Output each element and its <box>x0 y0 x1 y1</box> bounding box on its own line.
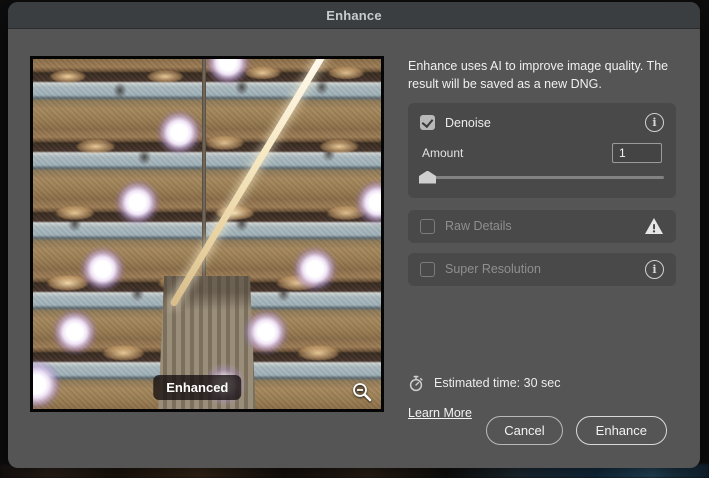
amount-input[interactable] <box>612 143 662 163</box>
info-icon[interactable]: i <box>645 260 664 279</box>
zoom-out-icon[interactable] <box>351 381 373 403</box>
stopwatch-icon <box>408 375 424 392</box>
enhance-button[interactable]: Enhance <box>576 416 667 445</box>
dialog-title: Enhance <box>326 8 382 23</box>
enhanced-badge: Enhanced <box>153 375 241 400</box>
super-resolution-label: Super Resolution <box>445 262 635 276</box>
denoise-checkbox[interactable] <box>420 115 435 130</box>
amount-slider[interactable] <box>420 170 664 184</box>
slider-thumb[interactable] <box>419 171 436 184</box>
estimated-time-text: Estimated time: 30 sec <box>434 376 560 390</box>
dialog-titlebar: Enhance <box>8 2 700 29</box>
slider-track[interactable] <box>420 176 664 179</box>
raw-details-checkbox[interactable] <box>420 219 435 234</box>
preview-photo-bulbs <box>33 59 381 409</box>
super-resolution-section: Super Resolution i <box>408 253 676 286</box>
dialog-buttons: Cancel Enhance <box>486 416 667 445</box>
dialog-description: Enhance uses AI to improve image quality… <box>408 58 676 94</box>
denoise-label: Denoise <box>445 116 635 130</box>
raw-details-section: Raw Details <box>408 210 676 243</box>
warning-icon[interactable] <box>644 217 664 235</box>
preview-image[interactable]: Enhanced <box>30 56 384 412</box>
learn-more-link[interactable]: Learn More <box>408 406 472 420</box>
cancel-button[interactable]: Cancel <box>486 416 562 445</box>
raw-details-label: Raw Details <box>445 219 634 233</box>
info-icon[interactable]: i <box>645 113 664 132</box>
amount-label: Amount <box>422 146 463 160</box>
super-resolution-checkbox[interactable] <box>420 262 435 277</box>
estimated-time-row: Estimated time: 30 sec <box>408 375 676 392</box>
enhance-dialog: Enhance Enhanced Enhance uses AI to impr… <box>8 2 700 468</box>
denoise-section: Denoise i Amount <box>408 103 676 198</box>
